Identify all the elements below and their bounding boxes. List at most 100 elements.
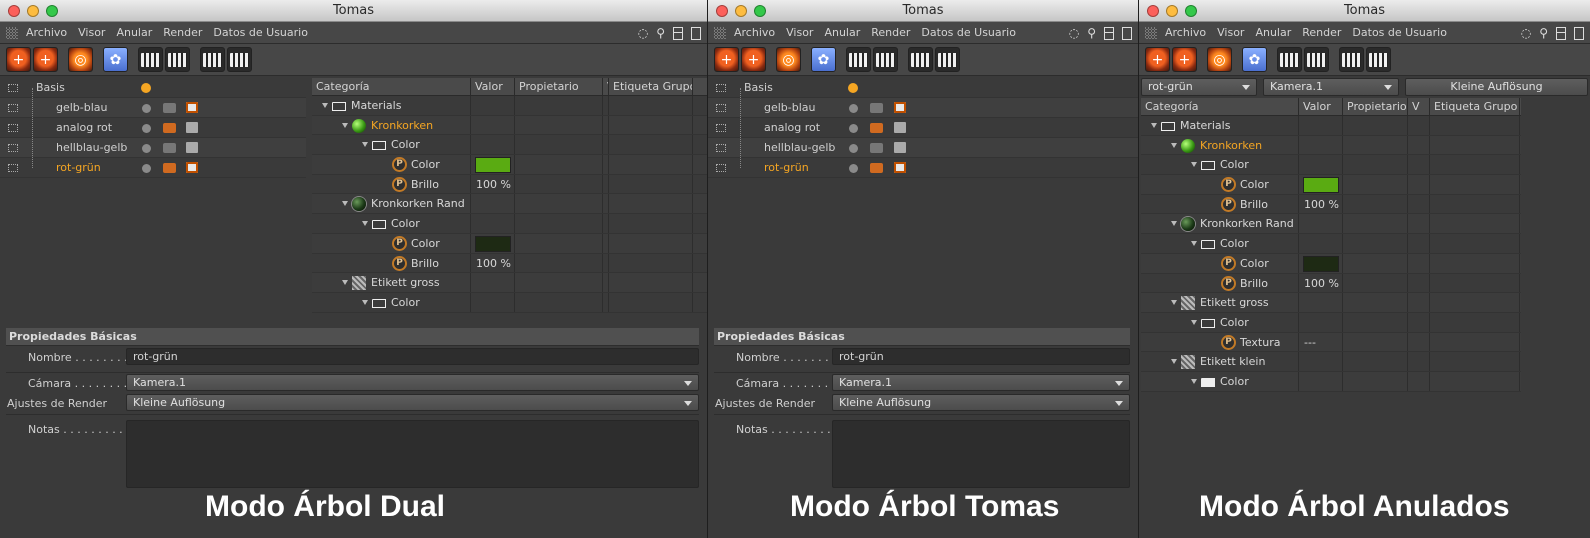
render-setting-icon[interactable] bbox=[894, 162, 906, 173]
take-row[interactable]: Basis bbox=[708, 78, 1138, 98]
menu-datos-usuario[interactable]: Datos de Usuario bbox=[921, 26, 1016, 39]
select-icon[interactable] bbox=[8, 123, 18, 132]
take-row[interactable]: analog rot bbox=[0, 118, 306, 138]
col-propietario[interactable]: Propietario bbox=[515, 78, 603, 95]
render-take-icon[interactable] bbox=[138, 47, 163, 72]
table-row[interactable]: Kronkorken bbox=[1141, 135, 1521, 156]
check-icon[interactable] bbox=[849, 144, 858, 153]
check-icon[interactable] bbox=[849, 104, 858, 113]
render-share-icon[interactable] bbox=[1366, 47, 1391, 72]
render-marked-icon[interactable] bbox=[200, 47, 225, 72]
render-share-icon[interactable] bbox=[227, 47, 252, 72]
table-row[interactable]: Etikett gross bbox=[312, 273, 707, 293]
zoom-icon[interactable] bbox=[46, 5, 58, 17]
eye-icon[interactable]: ◌ bbox=[638, 26, 648, 40]
window-icon[interactable] bbox=[691, 26, 701, 40]
render-marked-icon[interactable] bbox=[908, 47, 933, 72]
render-all-takes-icon[interactable] bbox=[873, 47, 898, 72]
select-icon[interactable] bbox=[716, 143, 726, 152]
table-row[interactable]: P Color bbox=[312, 233, 707, 254]
table-row[interactable]: P Brillo 100 % bbox=[312, 174, 707, 195]
render-setting-icon[interactable] bbox=[894, 102, 906, 113]
camera-dropdown[interactable]: Kamera.1 bbox=[1263, 78, 1399, 96]
expand-arrow-icon[interactable] bbox=[342, 122, 348, 128]
table-row[interactable]: P Brillo 100 % bbox=[1141, 273, 1521, 294]
expand-arrow-icon[interactable] bbox=[362, 142, 368, 148]
take-row[interactable]: hellblau-gelb bbox=[708, 138, 1138, 158]
layout-icon[interactable] bbox=[1556, 26, 1566, 40]
expand-arrow-icon[interactable] bbox=[322, 103, 328, 108]
table-row[interactable]: P Color bbox=[1141, 253, 1521, 274]
check-icon[interactable] bbox=[142, 164, 151, 173]
menu-anular[interactable]: Anular bbox=[1255, 26, 1291, 39]
menu-archivo[interactable]: Archivo bbox=[1165, 26, 1206, 39]
table-row[interactable]: P Color bbox=[1141, 175, 1521, 195]
take-add-icon[interactable]: + bbox=[6, 47, 31, 72]
select-icon[interactable] bbox=[8, 103, 18, 112]
select-icon[interactable] bbox=[716, 103, 726, 112]
col-categoria[interactable]: Categoría bbox=[312, 78, 471, 95]
take-clone-icon[interactable]: + bbox=[741, 47, 766, 72]
take-clone-icon[interactable]: + bbox=[33, 47, 58, 72]
table-row[interactable]: Kronkorken Rand bbox=[1141, 214, 1521, 235]
table-row[interactable]: P Brillo 100 % bbox=[1141, 194, 1521, 215]
col-categoria[interactable]: Categoría bbox=[1141, 98, 1299, 115]
take-add-icon[interactable]: + bbox=[714, 47, 739, 72]
take-row[interactable]: hellblau-gelb bbox=[0, 138, 306, 158]
close-icon[interactable] bbox=[1147, 5, 1159, 17]
camera-icon[interactable] bbox=[163, 103, 176, 113]
menu-archivo[interactable]: Archivo bbox=[26, 26, 67, 39]
col-v[interactable]: V bbox=[1408, 98, 1430, 115]
render-take-icon[interactable] bbox=[1277, 47, 1302, 72]
table-row[interactable]: Color bbox=[312, 135, 707, 156]
take-row[interactable]: rot-grün bbox=[0, 158, 306, 178]
expand-arrow-icon[interactable] bbox=[1191, 241, 1197, 247]
close-icon[interactable] bbox=[716, 5, 728, 17]
select-icon[interactable] bbox=[8, 83, 18, 92]
menu-anular[interactable]: Anular bbox=[116, 26, 152, 39]
render-dropdown[interactable]: Kleine Auflösung bbox=[126, 394, 699, 411]
take-row[interactable]: Basis bbox=[0, 78, 306, 98]
select-icon[interactable] bbox=[716, 83, 726, 92]
table-row[interactable]: P Brillo 100 % bbox=[312, 253, 707, 274]
col-valor[interactable]: Valor bbox=[1299, 98, 1343, 115]
select-icon[interactable] bbox=[8, 163, 18, 172]
zoom-icon[interactable] bbox=[754, 5, 766, 17]
render-dropdown[interactable]: Kleine Auflösung bbox=[832, 394, 1130, 411]
table-row[interactable]: Color bbox=[1141, 234, 1521, 254]
color-swatch[interactable] bbox=[1303, 255, 1339, 272]
camera-icon[interactable] bbox=[163, 123, 176, 133]
menu-visor[interactable]: Visor bbox=[1217, 26, 1244, 39]
menu-visor[interactable]: Visor bbox=[786, 26, 813, 39]
camera-icon[interactable] bbox=[870, 143, 883, 153]
take-row[interactable]: gelb-blau bbox=[0, 98, 306, 118]
take-row[interactable]: analog rot bbox=[708, 118, 1138, 138]
select-icon[interactable] bbox=[716, 163, 726, 172]
select-icon[interactable] bbox=[8, 143, 18, 152]
expand-arrow-icon[interactable] bbox=[362, 221, 368, 227]
camera-icon[interactable] bbox=[163, 143, 176, 153]
render-all-takes-icon[interactable] bbox=[1304, 47, 1329, 72]
check-icon[interactable] bbox=[142, 144, 151, 153]
col-etiqueta-grupo[interactable]: Etiqueta Grupo bbox=[609, 78, 693, 95]
search-icon[interactable]: ⚲ bbox=[1539, 26, 1548, 40]
check-icon[interactable] bbox=[849, 164, 858, 173]
render-settings-button[interactable]: Kleine Auflösung bbox=[1405, 78, 1588, 96]
auto-take-icon[interactable]: ✿ bbox=[103, 47, 128, 72]
expand-arrow-icon[interactable] bbox=[1171, 221, 1177, 227]
render-setting-icon[interactable] bbox=[186, 122, 198, 133]
expand-arrow-icon[interactable] bbox=[1191, 319, 1197, 325]
col-propietario[interactable]: Propietario bbox=[1343, 98, 1408, 115]
render-share-icon[interactable] bbox=[935, 47, 960, 72]
camera-icon[interactable] bbox=[870, 163, 883, 173]
menu-datos-usuario[interactable]: Datos de Usuario bbox=[213, 26, 308, 39]
col-valor[interactable]: Valor bbox=[471, 78, 515, 95]
expand-arrow-icon[interactable] bbox=[1191, 162, 1197, 168]
expand-arrow-icon[interactable] bbox=[342, 280, 348, 286]
table-row[interactable]: Materials bbox=[312, 96, 707, 116]
take-dropdown[interactable]: rot-grün bbox=[1141, 78, 1257, 96]
camara-dropdown[interactable]: Kamera.1 bbox=[126, 374, 699, 391]
auto-take-icon[interactable]: ✿ bbox=[1242, 47, 1267, 72]
render-setting-icon[interactable] bbox=[186, 102, 198, 113]
minimize-icon[interactable] bbox=[27, 5, 39, 17]
